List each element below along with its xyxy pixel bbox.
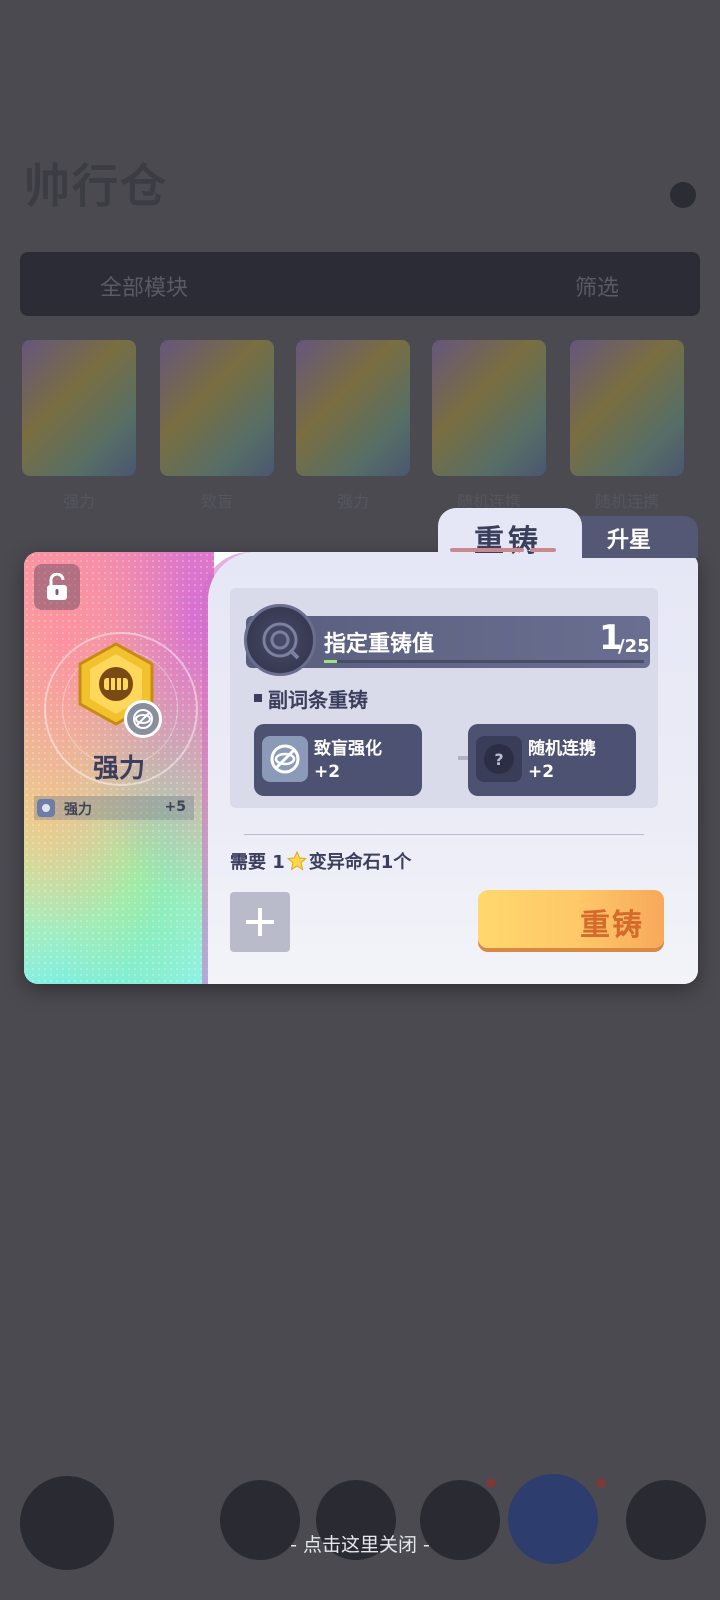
lock-open-icon (47, 573, 67, 600)
plus-icon (246, 908, 274, 936)
requirement-text: 需要 1 变异命石1个 (230, 848, 411, 874)
tab-reforge[interactable]: 重铸 (438, 508, 582, 560)
target-crosshair-icon (262, 622, 300, 660)
section-divider (244, 834, 644, 835)
bg-module-card (570, 340, 684, 476)
blind-boost-icon (262, 736, 308, 782)
affix-section-title: 副词条重铸 (268, 688, 368, 712)
bg-filter-label: 全部模块 (100, 276, 189, 301)
target-value-icon-frame (244, 604, 316, 676)
item-stat-row: 强力 +5 (34, 796, 194, 820)
tab-upgrade-star[interactable]: 升星 (574, 516, 698, 558)
tab-active-underline (450, 548, 524, 552)
stat-value: +5 (164, 799, 186, 815)
target-value-max: /25 (618, 636, 650, 657)
bg-module-card (160, 340, 274, 476)
reforge-button-label: 重铸 (580, 908, 644, 943)
bg-card-label: 随机连携 (594, 492, 659, 511)
bg-sort-label: 筛选 (575, 276, 620, 301)
affix-to-value: +2 (528, 762, 555, 782)
tab-upgrade-star-label: 升星 (606, 528, 651, 553)
affix-from-chip[interactable]: 致盲强化 +2 (254, 724, 422, 796)
affix-from-name: 致盲强化 (314, 739, 382, 759)
blind-eye-badge (124, 700, 162, 738)
bg-page-title: 帅行仓 (24, 159, 168, 213)
affix-to-chip[interactable]: ? 随机连携 +2 (468, 724, 636, 796)
bg-card-label: 强力 (62, 492, 95, 511)
star-icon (286, 851, 307, 871)
bg-card-label: 致盲 (200, 492, 233, 511)
bg-module-card (22, 340, 136, 476)
target-progress-fill (324, 660, 337, 663)
add-material-button[interactable] (230, 892, 290, 952)
affix-to-name: 随机连携 (528, 739, 596, 759)
target-progress-track (324, 660, 644, 663)
bg-notification-dot (486, 1478, 496, 1488)
bg-help-icon (670, 182, 696, 208)
blind-eye-icon (133, 709, 153, 729)
item-name: 强力 (92, 754, 145, 784)
close-hint[interactable]: - 点击这里关闭 - (0, 1530, 720, 1557)
question-icon: ? (476, 736, 522, 782)
affix-from-value: +2 (314, 762, 341, 782)
stat-label: 强力 (64, 802, 92, 818)
stat-type-icon (37, 799, 55, 817)
bg-module-card (432, 340, 546, 476)
svg-text:?: ? (494, 750, 503, 769)
bg-module-card (296, 340, 410, 476)
bg-card-label: 强力 (336, 492, 369, 511)
lock-toggle-button[interactable] (34, 564, 80, 610)
tab-reforge-label: 重铸 (474, 524, 542, 559)
section-marker (254, 694, 262, 702)
bg-notification-dot (596, 1478, 606, 1488)
requirement-prefix: 需要 1 (230, 852, 285, 873)
requirement-suffix: 变异命石1个 (308, 852, 412, 873)
target-value-label: 指定重铸值 (324, 632, 435, 657)
reforge-button[interactable]: 重铸 (478, 890, 664, 948)
tab-active-underline (530, 548, 556, 552)
